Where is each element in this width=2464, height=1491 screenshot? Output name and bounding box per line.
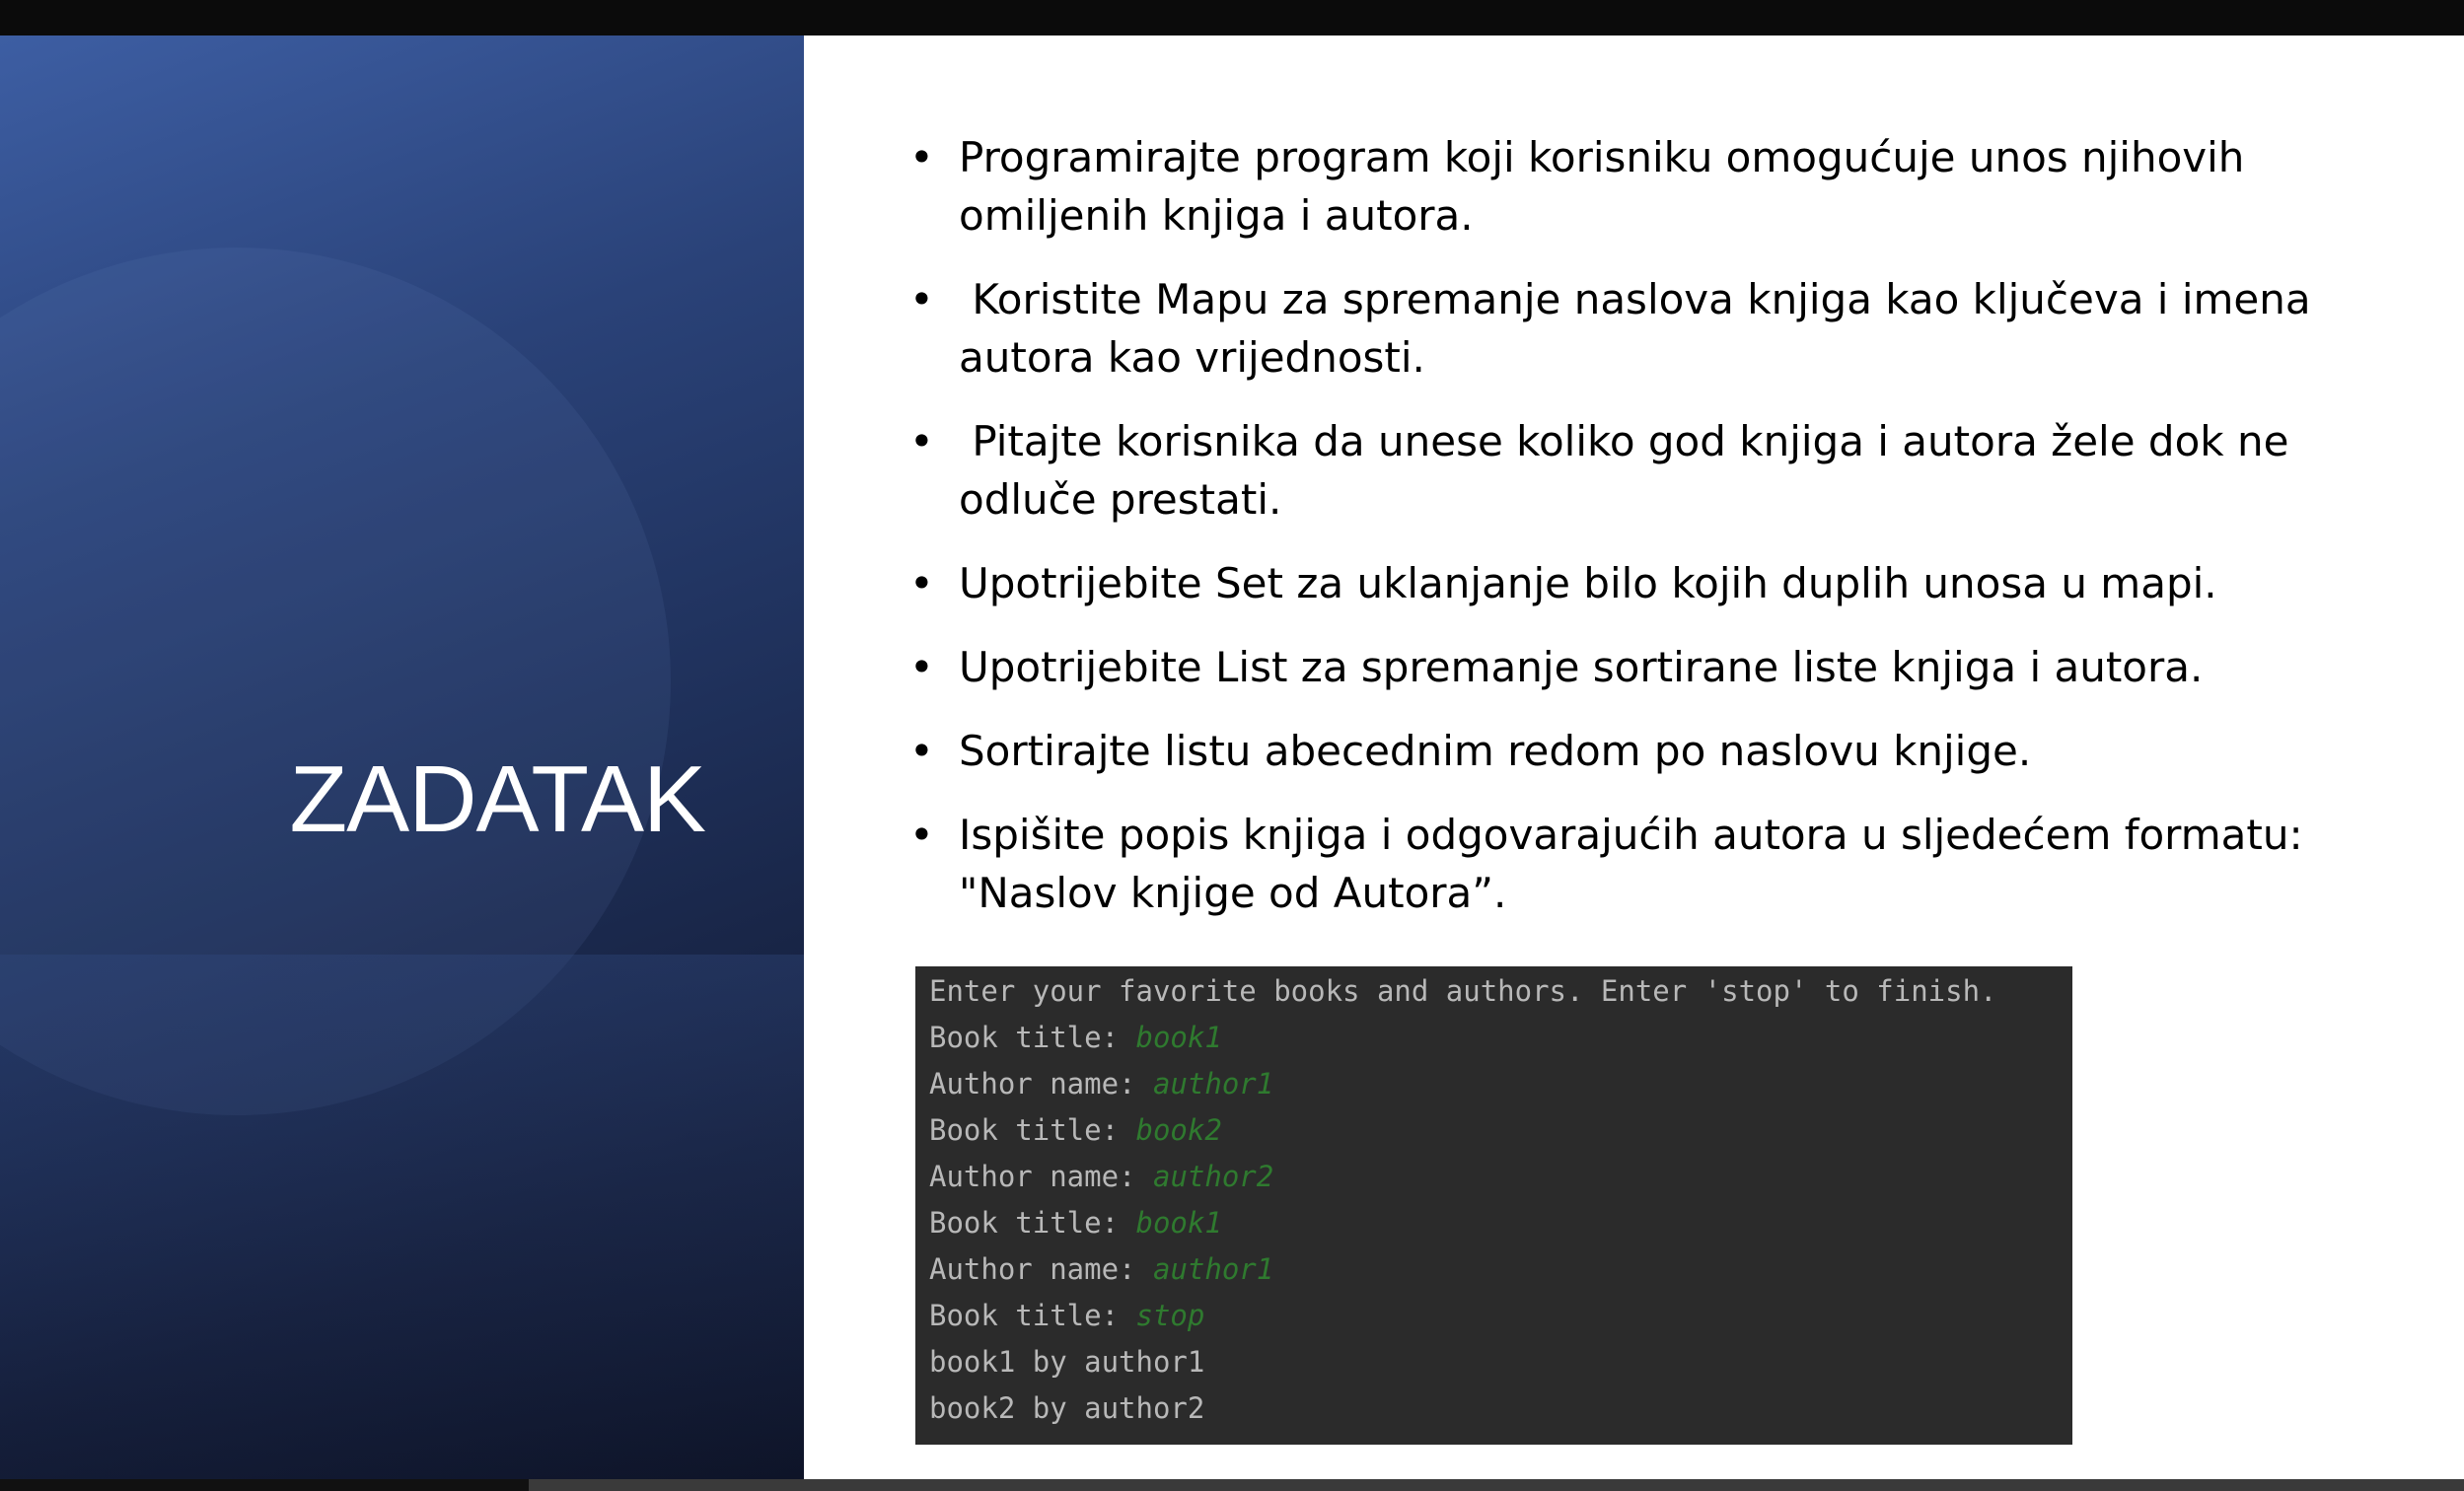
console-user-input: book1: [1135, 1206, 1222, 1240]
console-prompt: Author name:: [929, 1160, 1153, 1193]
slide-title: ZADATAK: [289, 746, 706, 852]
console-line: Enter your favorite books and authors. E…: [929, 968, 1997, 1015]
title-panel: ZADATAK: [0, 36, 804, 1479]
console-prompt: Book title:: [929, 1021, 1136, 1054]
console-user-input: author1: [1152, 1252, 1274, 1286]
bullet-item: • Pitajte korisnika da unese koliko god …: [909, 412, 2428, 529]
console-text: book2 by author2: [929, 1391, 1205, 1425]
bullet-dot: •: [909, 417, 934, 465]
bullet-item: • Sortirajte listu abecednim redom po na…: [909, 722, 2428, 780]
bullet-item: • Ispišite popis knjiga i odgovarajućih …: [909, 806, 2428, 922]
console-line: book1 by author1: [929, 1339, 1204, 1385]
bullet-text-line2: autora kao vrijednosti.: [959, 333, 1425, 382]
console-user-input: stop: [1135, 1299, 1205, 1332]
bullet-dot: •: [909, 275, 934, 323]
console-line: Book title: book2: [929, 1107, 1222, 1154]
bullet-item: • Upotrijebite Set za uklanjanje bilo ko…: [909, 554, 2428, 612]
bullet-text-line1: Koristite Mapu za spremanje naslova knji…: [959, 275, 2311, 323]
bullet-text-line2: "Naslov knjige od Autora”.: [959, 869, 1507, 917]
bullet-item: • Programirajte program koji korisniku o…: [909, 128, 2428, 245]
bullet-dot: •: [909, 727, 934, 775]
console-line: book2 by author2: [929, 1385, 1204, 1432]
bullet-text-line1: Programirajte program koji korisniku omo…: [959, 133, 2245, 181]
bullet-text-line2: omiljenih knjiga i autora.: [959, 191, 1474, 240]
bullet-text-line1: Sortirajte listu abecednim redom po nasl…: [959, 727, 2032, 775]
window-top-bar: [0, 0, 2464, 36]
console-user-input: author2: [1152, 1160, 1274, 1193]
console-prompt: Author name:: [929, 1252, 1153, 1286]
bullet-dot: •: [909, 811, 934, 859]
bullet-text-line1: Pitajte korisnika da unese koliko god kn…: [959, 417, 2289, 465]
console-prompt: Book title:: [929, 1299, 1136, 1332]
console-output-screenshot: Enter your favorite books and authors. E…: [915, 966, 2072, 1445]
bullet-item: • Koristite Mapu za spremanje naslova kn…: [909, 270, 2428, 387]
console-prompt: Book title:: [929, 1206, 1136, 1240]
console-line: Author name: author1: [929, 1246, 1273, 1293]
bullet-dot: •: [909, 559, 934, 607]
console-prompt: Book title:: [929, 1113, 1136, 1147]
bullet-text-line1: Ispišite popis knjiga i odgovarajućih au…: [959, 811, 2303, 859]
console-line: Author name: author2: [929, 1154, 1273, 1200]
bullet-item: • Upotrijebite List za spremanje sortira…: [909, 638, 2428, 696]
console-line: Book title: book1: [929, 1015, 1222, 1061]
console-text: book1 by author1: [929, 1345, 1205, 1379]
decorative-band: [0, 955, 804, 1479]
bullet-text-line2: odluče prestati.: [959, 475, 1282, 524]
presentation-slide: ZADATAK • Programirajte program koji kor…: [0, 36, 2464, 1479]
console-user-input: book1: [1135, 1021, 1222, 1054]
console-line: Book title: stop: [929, 1293, 1204, 1339]
bullet-text-line1: Upotrijebite List za spremanje sortirane…: [959, 643, 2204, 691]
bullet-dot: •: [909, 133, 934, 181]
console-user-input: author1: [1152, 1067, 1274, 1100]
bullet-dot: •: [909, 643, 934, 691]
horizontal-scrollbar[interactable]: [529, 1479, 2464, 1491]
bullet-text-line1: Upotrijebite Set za uklanjanje bilo koji…: [959, 559, 2217, 607]
console-prompt: Author name:: [929, 1067, 1153, 1100]
console-user-input: book2: [1135, 1113, 1222, 1147]
bullet-list: • Programirajte program koji korisniku o…: [909, 128, 2428, 948]
console-line: Book title: book1: [929, 1200, 1222, 1246]
console-text: Enter your favorite books and authors. E…: [929, 974, 1997, 1008]
console-line: Author name: author1: [929, 1061, 1273, 1107]
